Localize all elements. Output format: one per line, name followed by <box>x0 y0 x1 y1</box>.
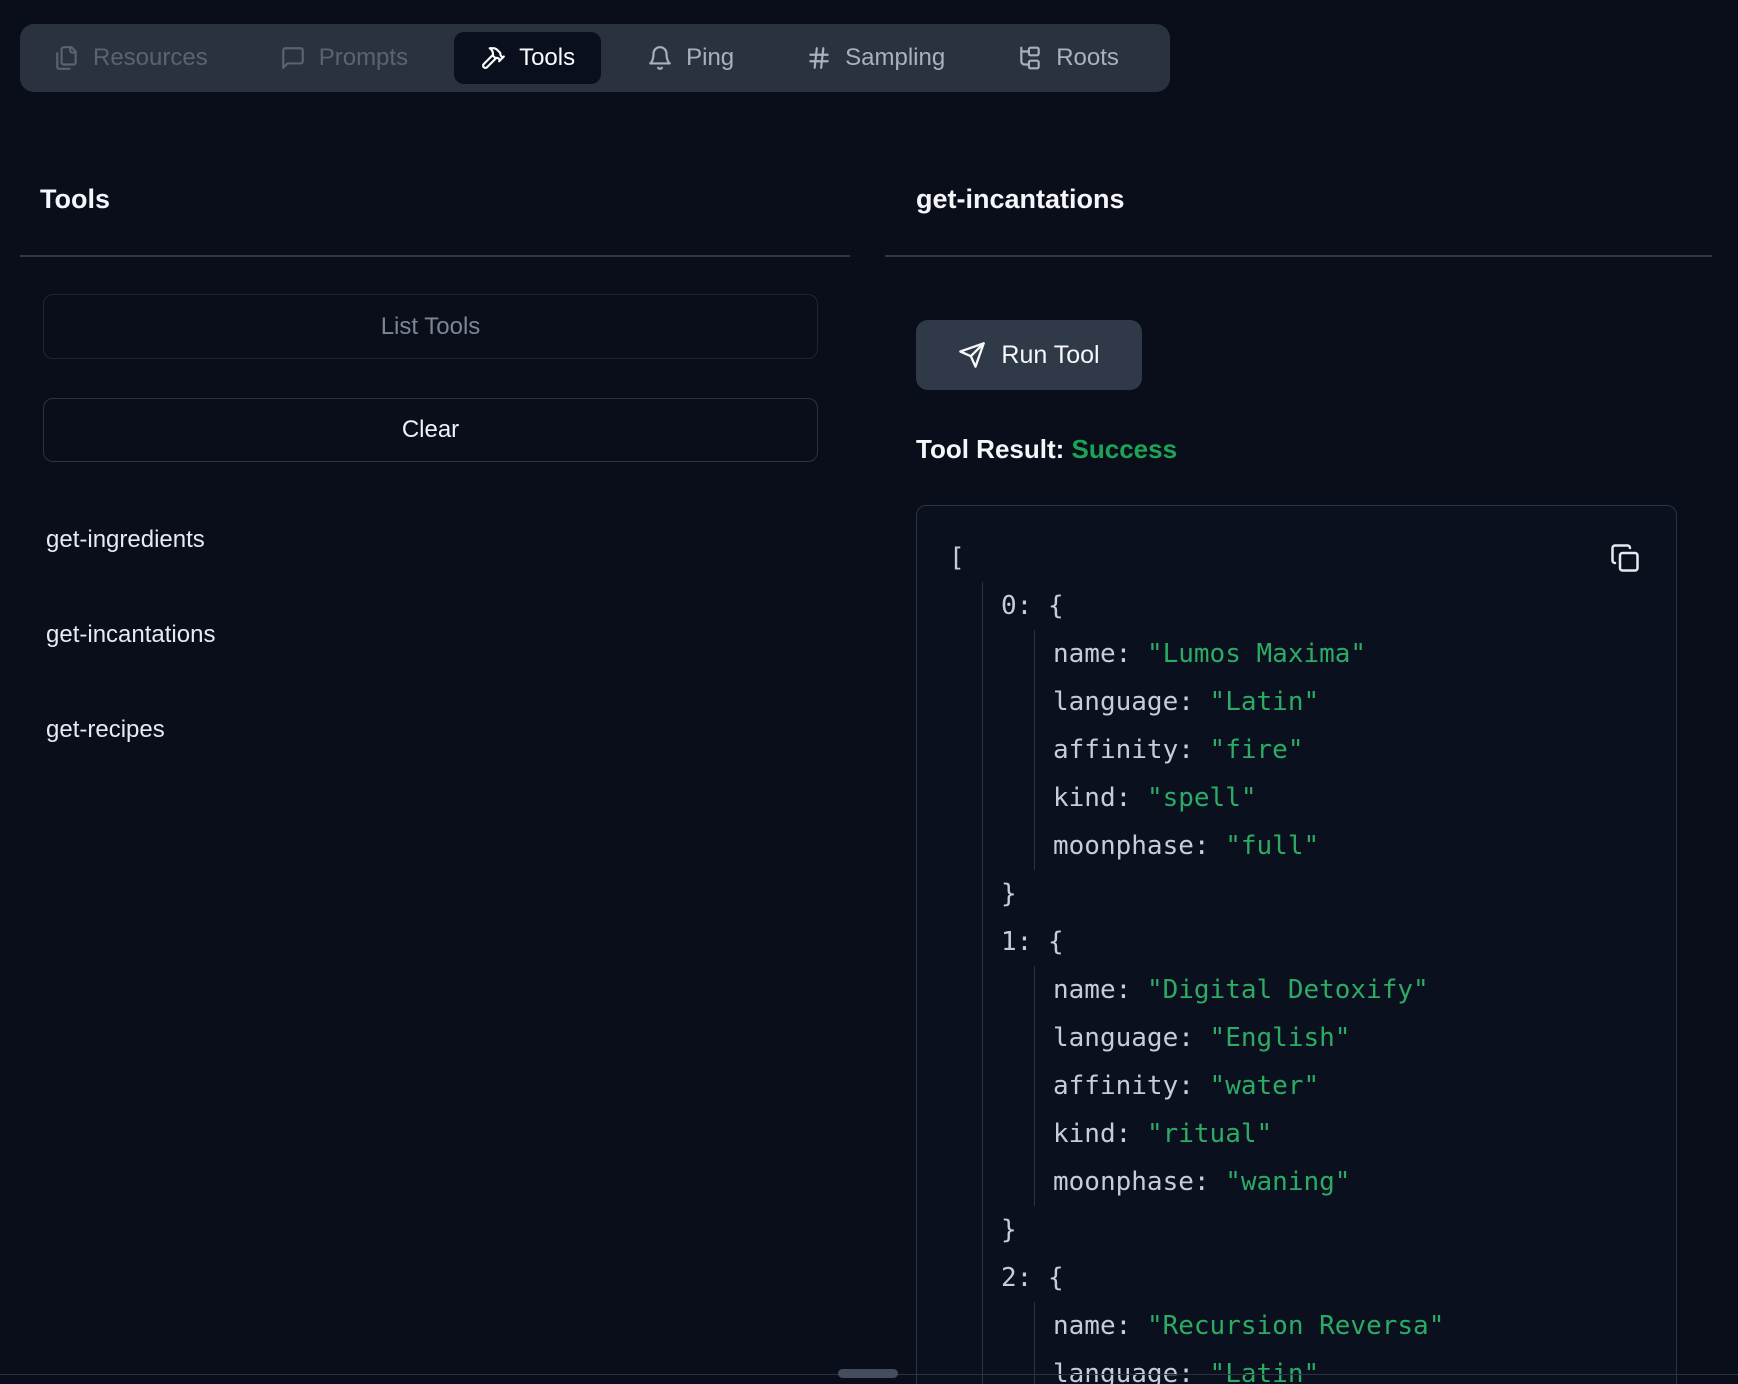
divider <box>885 255 1712 257</box>
tools-panel-title: Tools <box>40 184 110 215</box>
tool-result-status: Success <box>1072 434 1178 464</box>
json-field: kind: "spell" <box>1053 774 1640 822</box>
copy-button[interactable] <box>1608 542 1642 576</box>
tool-detail-panel: get-incantations Run Tool Tool Result: S… <box>885 0 1712 1384</box>
send-icon <box>958 341 986 369</box>
divider <box>20 255 850 257</box>
json-open-bracket: [ <box>949 534 1640 582</box>
json-field: language: "Latin" <box>1053 1350 1640 1384</box>
json-viewer: [ 0: {name: "Lumos Maxima"language: "Lat… <box>949 534 1640 1384</box>
json-item-open: 2: { <box>1001 1254 1640 1302</box>
list-tools-button[interactable]: List Tools <box>43 294 818 359</box>
json-field: language: "Latin" <box>1053 678 1640 726</box>
json-field: kind: "ritual" <box>1053 1110 1640 1158</box>
json-field: moonphase: "full" <box>1053 822 1640 870</box>
json-field: affinity: "water" <box>1053 1062 1640 1110</box>
json-item-open: 1: { <box>1001 918 1640 966</box>
json-item-close: } <box>1001 1206 1640 1254</box>
json-field: name: "Digital Detoxify" <box>1053 966 1640 1014</box>
clear-button[interactable]: Clear <box>43 398 818 462</box>
json-field: name: "Lumos Maxima" <box>1053 630 1640 678</box>
json-item-fields: name: "Digital Detoxify"language: "Engli… <box>1034 966 1640 1206</box>
json-field: moonphase: "waning" <box>1053 1158 1640 1206</box>
tool-list-item[interactable]: get-recipes <box>20 682 850 777</box>
tool-result-json-panel: [ 0: {name: "Lumos Maxima"language: "Lat… <box>916 505 1677 1384</box>
selected-tool-title: get-incantations <box>916 184 1125 215</box>
json-array-items: 0: {name: "Lumos Maxima"language: "Latin… <box>982 582 1640 1384</box>
json-item-open: 0: { <box>1001 582 1640 630</box>
tool-result-line: Tool Result: Success <box>916 434 1177 465</box>
copy-icon <box>1610 543 1640 573</box>
mcp-inspector-app: ResourcesPromptsToolsPingSamplingRoots T… <box>0 0 1738 1384</box>
json-field: affinity: "fire" <box>1053 726 1640 774</box>
tool-list-item[interactable]: get-ingredients <box>20 492 850 587</box>
tool-list-item[interactable]: get-incantations <box>20 587 850 682</box>
json-field: name: "Recursion Reversa" <box>1053 1302 1640 1350</box>
tools-list-panel: Tools List Tools Clear get-ingredientsge… <box>20 0 850 1384</box>
run-tool-label: Run Tool <box>1001 341 1099 370</box>
json-item-close: } <box>1001 870 1640 918</box>
horizontal-scrollbar-thumb[interactable] <box>838 1369 898 1378</box>
run-tool-button[interactable]: Run Tool <box>916 320 1142 390</box>
json-field: language: "English" <box>1053 1014 1640 1062</box>
tool-result-label: Tool Result: <box>916 434 1064 464</box>
tool-list: get-ingredientsget-incantationsget-recip… <box>20 492 850 777</box>
json-item-fields: name: "Lumos Maxima"language: "Latin"aff… <box>1034 630 1640 870</box>
json-item-fields: name: "Recursion Reversa"language: "Lati… <box>1034 1302 1640 1384</box>
